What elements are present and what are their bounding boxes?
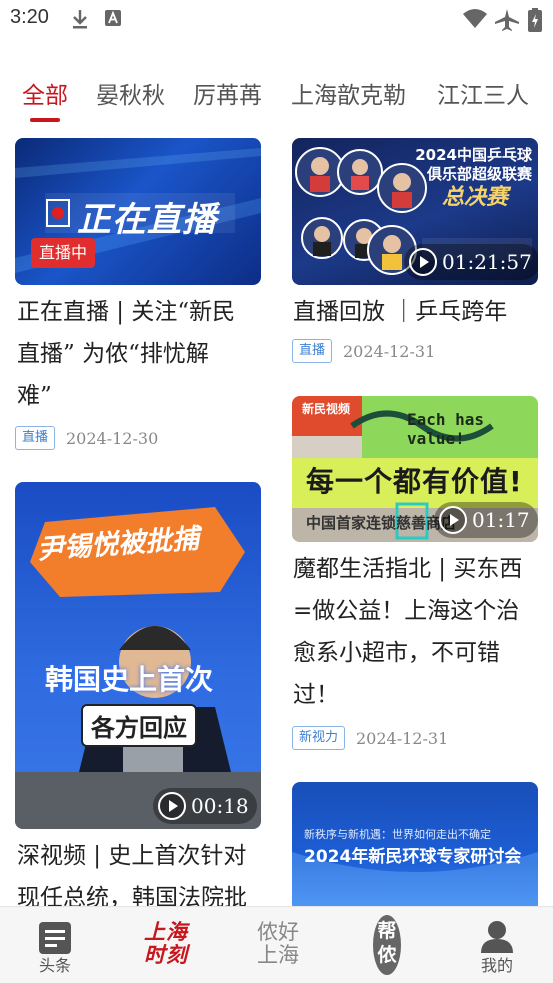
korea-headline-3: 各方回应 <box>81 704 197 747</box>
pingpong-card-tag[interactable]: 直播 <box>292 339 333 363</box>
supermarket-logo: 新民视频 <box>302 402 351 416</box>
nav-help[interactable]: 帮侬 <box>330 907 440 983</box>
wifi-icon <box>463 9 487 28</box>
seminar-line-2: 2024年新民环球专家研讨会 <box>304 847 522 867</box>
korea-thumbnail[interactable]: 尹锡悦被批捕 韩国史上首次 各方回应 00:18 <box>15 482 261 829</box>
tab-jiangjiang-sanren[interactable]: 江江三人 <box>437 76 529 110</box>
korea-headline-2: 韩国史上首次 <box>45 663 214 696</box>
play-icon <box>158 792 186 820</box>
supermarket-sign-cn: 每一个都有价值! <box>306 465 523 498</box>
status-bar: 3:20 <box>0 0 553 40</box>
live-card-date: 2024-12-30 <box>66 429 159 448</box>
tab-li-ranran[interactable]: 厉苒苒 <box>193 76 262 110</box>
nav-mine-label: 我的 <box>480 956 513 975</box>
play-icon <box>439 506 467 534</box>
live-badge: 直播中 <box>31 238 96 268</box>
airplane-mode-icon <box>495 9 519 31</box>
nav-headlines[interactable]: 头条 <box>0 907 110 983</box>
channel-tabs: 全部 晏秋秋 厉苒苒 上海歆克勒 江江三人 <box>0 70 553 130</box>
live-card-tag[interactable]: 直播 <box>15 426 56 450</box>
headlines-icon <box>39 922 71 954</box>
live-banner-text: 正在直播 <box>77 200 217 240</box>
pingpong-banner-title: 2024中国乒乓球 俱乐部超级联赛 总决赛 <box>415 146 532 210</box>
supermarket-sign-en: Each has value! <box>407 410 485 448</box>
active-tab-indicator <box>30 118 60 122</box>
help-logo-text: 帮侬 <box>377 920 397 966</box>
battery-icon <box>528 8 542 32</box>
user-icon <box>481 921 513 953</box>
status-time: 3:20 <box>10 6 49 28</box>
pingpong-thumbnail[interactable]: 2024中国乒乓球 俱乐部超级联赛 总决赛 01:21:57 <box>292 138 538 285</box>
live-card-title[interactable]: 正在直播 | 关注“新民 直播” 为侬“排忧解 难” <box>17 291 267 417</box>
hello-shanghai-logo: 侬好上海 <box>257 920 299 967</box>
nav-shanghai-moment[interactable]: 上海时刻 <box>110 907 220 983</box>
supermarket-card-title[interactable]: 魔都生活指北 | 买东西 =做公益！上海这个治 愈系小超市，不可错 过！ <box>293 548 543 716</box>
nav-mine[interactable]: 我的 <box>442 907 552 983</box>
pingpong-card-date: 2024-12-31 <box>343 342 436 361</box>
supermarket-thumbnail[interactable]: 新民视频 Each has value! 每一个都有价值! 中国首家连锁慈善商店… <box>292 396 538 542</box>
shanghai-moment-logo: 上海时刻 <box>144 920 188 967</box>
tab-yan-qiuqiu[interactable]: 晏秋秋 <box>96 76 165 110</box>
supermarket-card-date: 2024-12-31 <box>356 729 449 748</box>
supermarket-duration: 01:17 <box>434 502 538 538</box>
seminar-thumbnail[interactable]: 新秩序与新机遇：世界如何走出不确定 2024年新民环球专家研讨会 <box>292 782 538 912</box>
tab-shanghai-xinkele[interactable]: 上海歆克勒 <box>291 76 406 110</box>
korea-duration: 00:18 <box>153 788 257 824</box>
download-icon <box>73 10 87 29</box>
tab-all[interactable]: 全部 <box>22 76 68 110</box>
supermarket-card-tag[interactable]: 新视力 <box>292 726 346 750</box>
play-icon <box>409 248 437 276</box>
pingpong-duration: 01:21:57 <box>404 244 538 280</box>
live-thumbnail[interactable]: 正在直播 直播中 <box>15 138 261 285</box>
text-notification-icon <box>105 10 121 26</box>
seminar-line-1: 新秩序与新机遇：世界如何走出不确定 <box>304 828 491 841</box>
nav-hello-shanghai[interactable]: 侬好上海 <box>220 907 330 983</box>
bottom-navigation: 头条 上海时刻 侬好上海 帮侬 我的 <box>0 906 553 983</box>
nav-headlines-label: 头条 <box>38 956 71 975</box>
pingpong-card-title[interactable]: 直播回放 ｜乒乓跨年 <box>293 291 543 333</box>
